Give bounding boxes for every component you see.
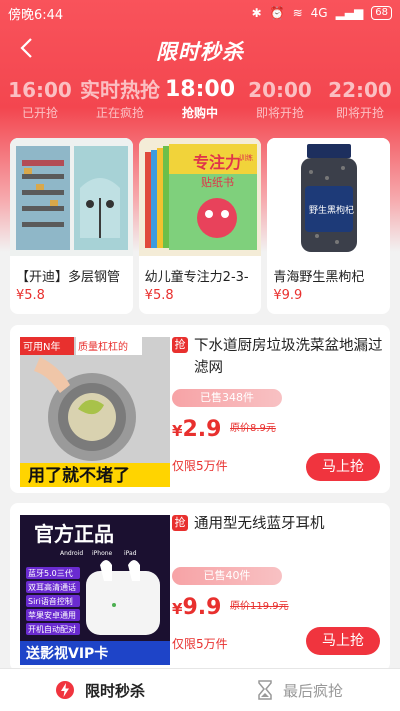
- currency-symbol: ¥: [172, 600, 183, 618]
- tab-1600[interactable]: 16:00 已开抢: [0, 76, 80, 128]
- alarm-icon: ⏰: [269, 6, 285, 20]
- feature-3: Siri语音控制: [28, 596, 73, 606]
- featured-product-card[interactable]: 专注力 训练 贴纸书 幼儿童专注力2-3- ¥5.8: [138, 138, 262, 314]
- product-name: 幼儿童专注力2-3-: [144, 270, 249, 285]
- bottom-tab-bar: 限时秒杀 最后疯抢: [0, 668, 400, 711]
- tab-status: 正在疯抢: [95, 106, 144, 120]
- feature-4: 苹果安卓通用: [28, 610, 76, 620]
- tab-2200[interactable]: 22:00 即将开抢: [320, 76, 400, 128]
- image-text-bottom: 用了就不堵了: [28, 465, 130, 486]
- hourglass-icon: [258, 680, 272, 700]
- buy-now-button[interactable]: 马上抢: [306, 627, 380, 655]
- book-tag: 训练: [239, 153, 253, 162]
- time-tabs: 16:00 已开抢 实时热抢 正在疯抢 18:00 抢购中 20:00 即将开抢…: [0, 76, 400, 128]
- tab-2000[interactable]: 20:00 即将开抢: [240, 76, 320, 128]
- wifi-icon: ≋: [292, 6, 303, 20]
- sale-price: ¥9.9: [172, 595, 221, 620]
- nav-bar: 限时秒杀: [0, 26, 400, 74]
- tab-1800[interactable]: 18:00 抢购中: [160, 76, 240, 128]
- price-value: 2.9: [182, 417, 222, 442]
- jar-product-image: 野生黑枸杞: [267, 138, 391, 256]
- earbuds-product-image: 官方正品 Android iPhone iPad 蓝牙5.0三代 双耳高清通话 Si…: [20, 515, 170, 665]
- original-price: 原价8.9元: [230, 423, 276, 434]
- buy-now-button[interactable]: 马上抢: [306, 453, 380, 481]
- feature-5: 开机自动配对: [28, 624, 76, 634]
- tab-time: 18:00: [164, 77, 236, 102]
- tab-time: 16:00: [8, 78, 72, 102]
- product-price: ¥9.9: [273, 288, 303, 303]
- tab-last-rush[interactable]: 最后疯抢: [200, 669, 400, 711]
- bluetooth-icon: ✱: [251, 6, 262, 20]
- book-title: 专注力: [193, 153, 241, 172]
- status-icons: ✱ ⏰ ≋ 4G ▂▄▆ 68: [252, 6, 392, 20]
- svg-text:iPad: iPad: [124, 550, 137, 557]
- featured-product-card[interactable]: 【开迪】多层钢管 ¥5.8: [10, 138, 133, 314]
- tab-status: 即将开抢: [335, 106, 384, 120]
- strainer-product-image: 可用N年 质量杠杠的 用了就不堵了: [20, 337, 170, 487]
- feature-1: 蓝牙5.0三代: [28, 568, 73, 578]
- svg-text:iPhone: iPhone: [92, 550, 113, 557]
- original-price: 原价119.9元: [230, 601, 289, 612]
- feature-2: 双耳高清通话: [28, 582, 76, 592]
- tab-status: 抢购中: [181, 106, 218, 120]
- featured-products: 【开迪】多层钢管 ¥5.8 专注力 训练 贴纸书 幼儿童专注力2-3- ¥5.8: [10, 138, 391, 314]
- book-product-image: 专注力 训练 贴纸书: [138, 138, 262, 256]
- tab-time: 20:00: [248, 78, 312, 102]
- flash-icon: [55, 681, 74, 699]
- status-bar: 傍晚6:44 ✱ ⏰ ≋ 4G ▂▄▆ 68: [0, 0, 400, 26]
- product-title: 下水道厨房垃圾洗菜盆地漏过滤网: [194, 338, 383, 376]
- tab-label: 最后疯抢: [282, 681, 343, 700]
- product-title: 通用型无线蓝牙耳机: [194, 516, 325, 532]
- tab-time: 22:00: [328, 78, 392, 102]
- tab-time: 实时热抢: [80, 78, 160, 102]
- book-sub: 贴纸书: [201, 175, 234, 189]
- battery-icon: 68: [371, 6, 392, 20]
- stock-limit: 仅限5万件: [172, 459, 228, 473]
- image-text-bottom: 送影视VIP卡: [25, 645, 108, 662]
- sale-price: ¥2.9: [172, 417, 221, 442]
- tab-label: 限时秒杀: [84, 681, 145, 700]
- product-card[interactable]: 官方正品 Android iPhone iPad 蓝牙5.0三代 双耳高清通话 Si…: [10, 503, 390, 671]
- product-card[interactable]: 可用N年 质量杠杠的 用了就不堵了 抢 下水道厨房垃圾洗菜盆地漏过滤网 已售34…: [10, 325, 390, 493]
- currency-symbol: ¥: [172, 422, 183, 440]
- rush-badge: 抢: [172, 515, 188, 531]
- image-text-top: 官方正品: [34, 522, 114, 546]
- featured-product-card[interactable]: 野生黑枸杞 青海野生黑枸杞 ¥9.9: [267, 138, 391, 314]
- product-price: ¥5.8: [16, 288, 45, 303]
- network-label: 4G: [310, 6, 328, 20]
- product-name: 【开迪】多层钢管: [16, 270, 121, 285]
- rush-badge: 抢: [172, 337, 188, 353]
- price-value: 9.9: [182, 595, 222, 620]
- tab-flash-sale[interactable]: 限时秒杀: [0, 669, 200, 711]
- tab-status: 已开抢: [21, 106, 58, 120]
- sold-count: 已售348件: [172, 389, 282, 407]
- product-name: 青海野生黑枸杞: [273, 270, 365, 285]
- status-time: 傍晚6:44: [8, 7, 64, 23]
- svg-text:Android: Android: [60, 550, 83, 557]
- jar-label: 野生黑枸杞: [309, 204, 354, 216]
- image-text-top-left: 可用N年: [23, 340, 60, 353]
- image-text-top-right: 质量杠杠的: [78, 340, 128, 353]
- sold-count: 已售40件: [172, 567, 282, 585]
- stock-limit: 仅限5万件: [172, 637, 228, 651]
- signal-icon: ▂▄▆: [335, 6, 364, 20]
- tab-realtime[interactable]: 实时热抢 正在疯抢: [80, 76, 160, 128]
- tab-status: 即将开抢: [255, 106, 304, 120]
- product-price: ¥5.8: [144, 288, 174, 303]
- shelf-product-image: [10, 138, 133, 256]
- page-title: 限时秒杀: [156, 40, 244, 64]
